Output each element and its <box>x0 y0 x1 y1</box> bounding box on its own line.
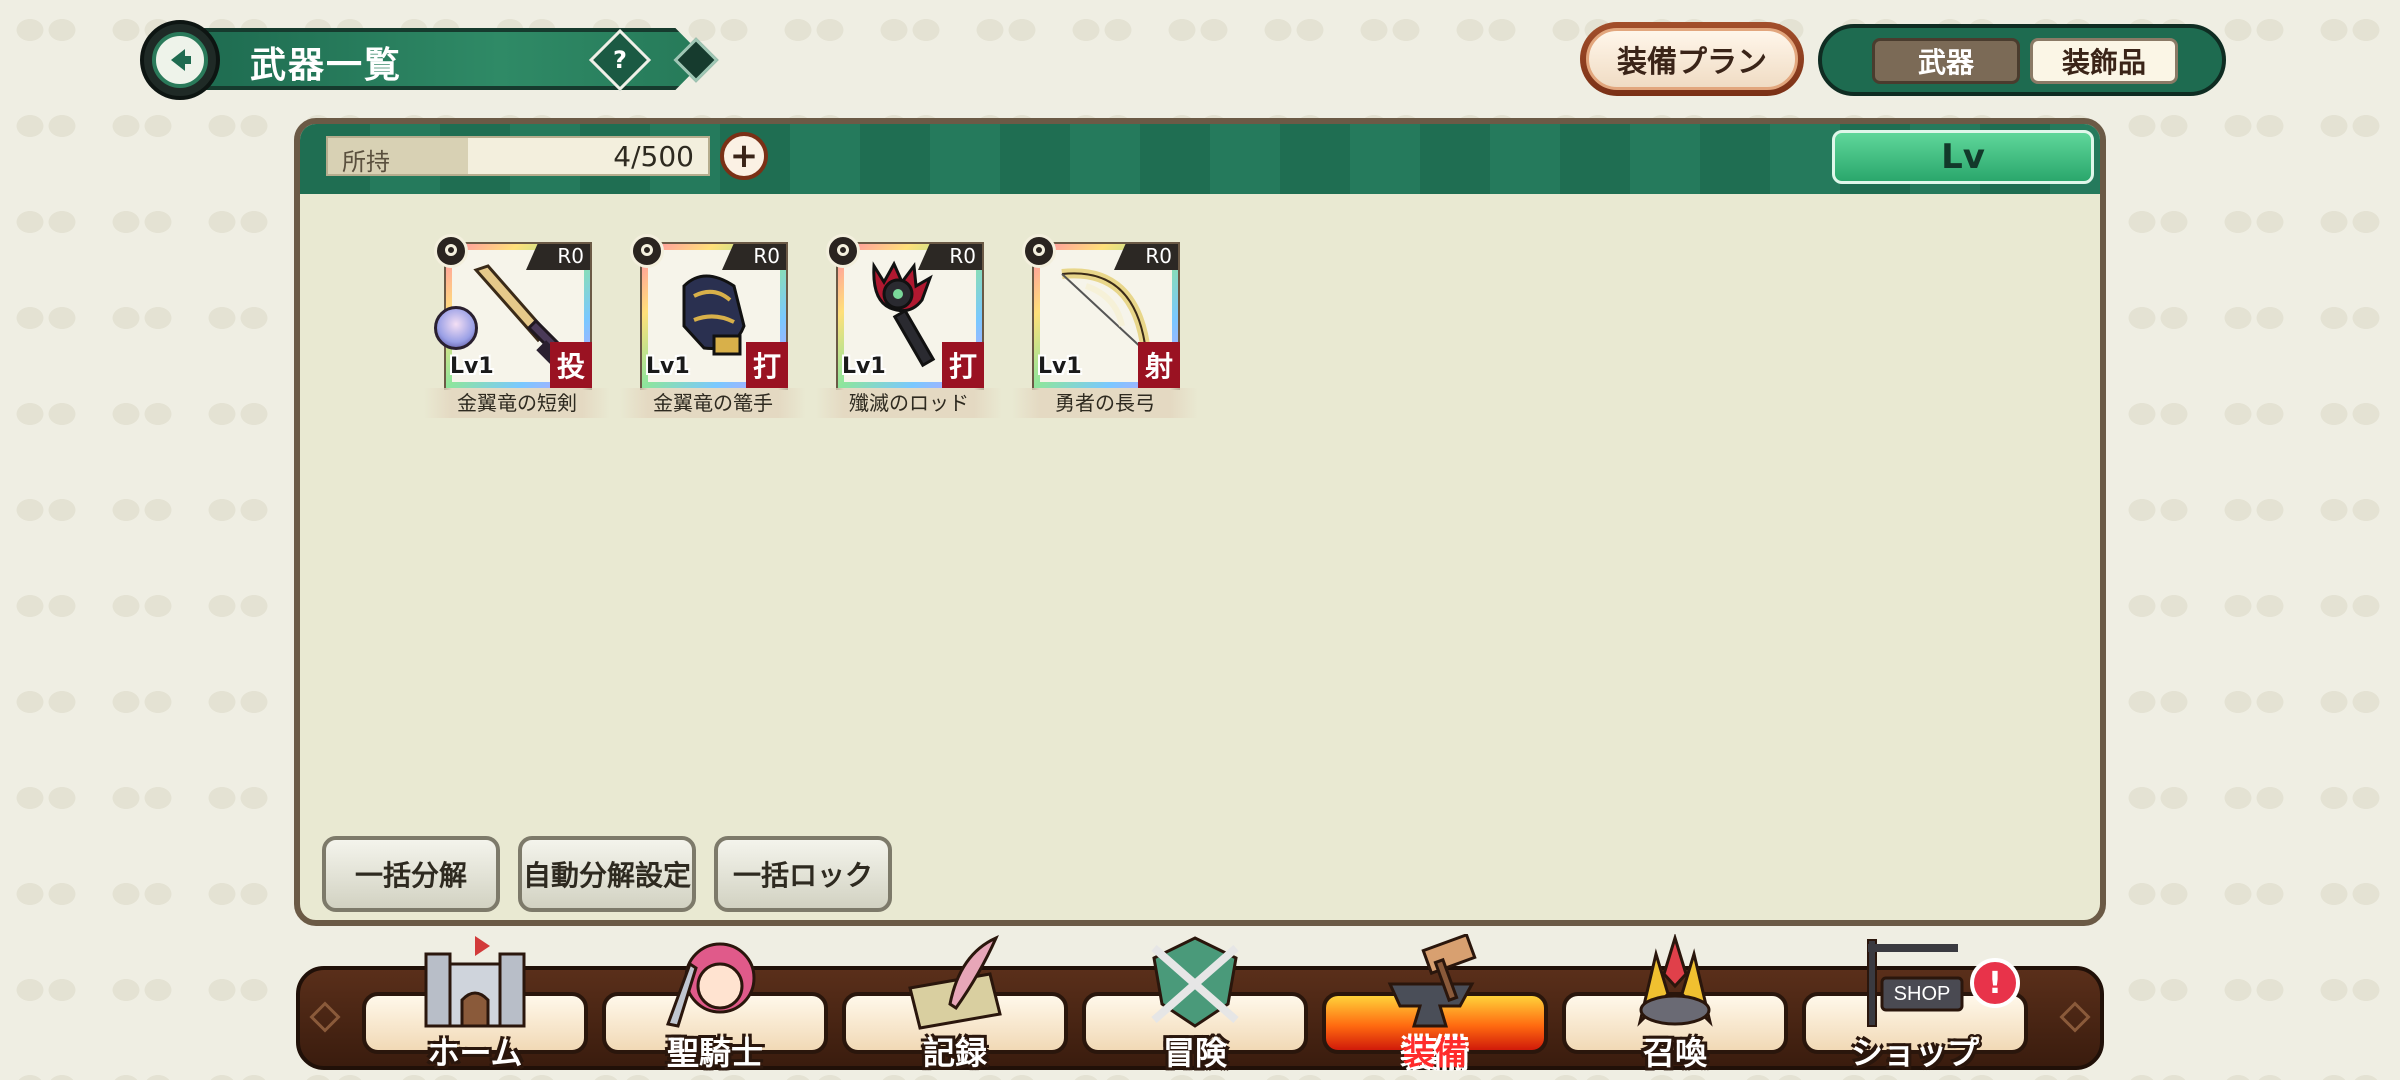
lock-icon[interactable] <box>434 234 468 268</box>
back-button[interactable] <box>140 20 220 100</box>
nav-paladin-label: 聖騎士 <box>666 1034 763 1072</box>
auto-dismantle-settings-button[interactable]: 自動分解設定 <box>518 836 696 912</box>
crystal-icon <box>1637 934 1713 1027</box>
lock-icon[interactable] <box>1022 234 1056 268</box>
bulk-lock-button[interactable]: 一括ロック <box>714 836 892 912</box>
weapon-list-panel: 所持 4/500 + Lv R0 Lv1 投 金翼竜の短剣 R0 Lv1 打 金… <box>294 118 2106 926</box>
weapon-level: Lv1 <box>842 354 886 379</box>
sort-button[interactable]: Lv <box>1832 130 2094 184</box>
crossed-swords-icon <box>1151 936 1239 1028</box>
knight-character-icon <box>665 942 756 1028</box>
lock-icon[interactable] <box>630 234 664 268</box>
nav-shop[interactable]: SHOP ! ショップ <box>1802 939 2028 1072</box>
weapon-card[interactable]: R0 Lv1 投 金翼竜の短剣 <box>424 222 610 418</box>
nav-adventure-label: 冒険 <box>1162 1034 1227 1072</box>
nav-paladin[interactable]: 聖騎士 <box>602 942 828 1072</box>
weapon-name: 金翼竜の短剣 <box>424 388 610 418</box>
nav-summon[interactable]: 召喚 <box>1562 934 1788 1072</box>
equip-plan-button[interactable]: 装備プラン <box>1580 22 1804 96</box>
nav-summon-label: 召喚 <box>1642 1034 1707 1072</box>
nav-left-ornament <box>309 1001 341 1033</box>
weapon-name: 勇者の長弓 <box>1012 388 1198 418</box>
weapon-level: Lv1 <box>646 354 690 379</box>
nav-home[interactable]: ホーム <box>362 936 588 1072</box>
tab-weapons[interactable]: 武器 <box>1872 38 2020 84</box>
weapon-type-badge: 射 <box>1138 342 1180 388</box>
owned-label: 所持 <box>342 148 390 176</box>
plus-icon: + <box>729 136 759 176</box>
bottom-nav: ホーム 聖騎士 記録 冒険 装備 召喚 SHOP ! ショップ <box>296 934 2104 1072</box>
weapon-level: Lv1 <box>1038 354 1082 379</box>
shop-sign-text: SHOP <box>1894 983 1951 1005</box>
weapon-name: 殲滅のロッド <box>816 388 1002 418</box>
title-bar: 武器一覧 ? <box>140 20 740 100</box>
nav-records-label: 記録 <box>922 1034 987 1072</box>
weapon-card[interactable]: R0 Lv1 打 金翼竜の篭手 <box>620 222 806 418</box>
shop-sign-icon: SHOP <box>1867 939 1964 1027</box>
nav-home-label: ホーム <box>427 1034 523 1072</box>
weapon-name: 金翼竜の篭手 <box>620 388 806 418</box>
expand-capacity-button[interactable]: + <box>720 132 768 180</box>
weapon-type-badge: 打 <box>746 342 788 388</box>
help-icon: ? <box>613 46 627 74</box>
nav-right-ornament <box>2059 1001 2091 1033</box>
weapon-type-badge: 打 <box>942 342 984 388</box>
bulk-dismantle-button[interactable]: 一括分解 <box>322 836 500 912</box>
nav-equipment[interactable]: 装備 <box>1322 934 1548 1072</box>
nav-adventure[interactable]: 冒険 <box>1082 936 1308 1072</box>
weapon-card[interactable]: R0 Lv1 射 勇者の長弓 <box>1012 222 1198 418</box>
notification-alert-icon: ! <box>1970 958 2020 1008</box>
nav-shop-label: ショップ <box>1850 1034 1979 1072</box>
page-title: 武器一覧 <box>250 45 403 86</box>
equipped-character-avatar <box>434 306 478 350</box>
owned-count: 4/500 <box>613 140 694 173</box>
category-tabs: 武器 装飾品 <box>1818 24 2226 96</box>
castle-icon <box>424 936 526 1028</box>
nav-equipment-label: 装備 <box>1402 1034 1467 1072</box>
back-arrow-icon <box>171 49 191 71</box>
lock-icon[interactable] <box>826 234 860 268</box>
tab-accessories[interactable]: 装飾品 <box>2030 38 2178 84</box>
weapon-level: Lv1 <box>450 354 494 379</box>
equip-plan-label: 装備プラン <box>1586 28 1798 90</box>
owned-count-box: 所持 4/500 <box>326 136 710 176</box>
anvil-hammer-icon <box>1387 934 1477 1028</box>
weapon-card[interactable]: R0 Lv1 打 殲滅のロッド <box>816 222 1002 418</box>
weapon-type-badge: 投 <box>550 342 592 388</box>
nav-records[interactable]: 記録 <box>842 935 1068 1072</box>
panel-header: 所持 4/500 + Lv <box>300 124 2100 194</box>
quill-book-icon <box>908 935 1002 1030</box>
